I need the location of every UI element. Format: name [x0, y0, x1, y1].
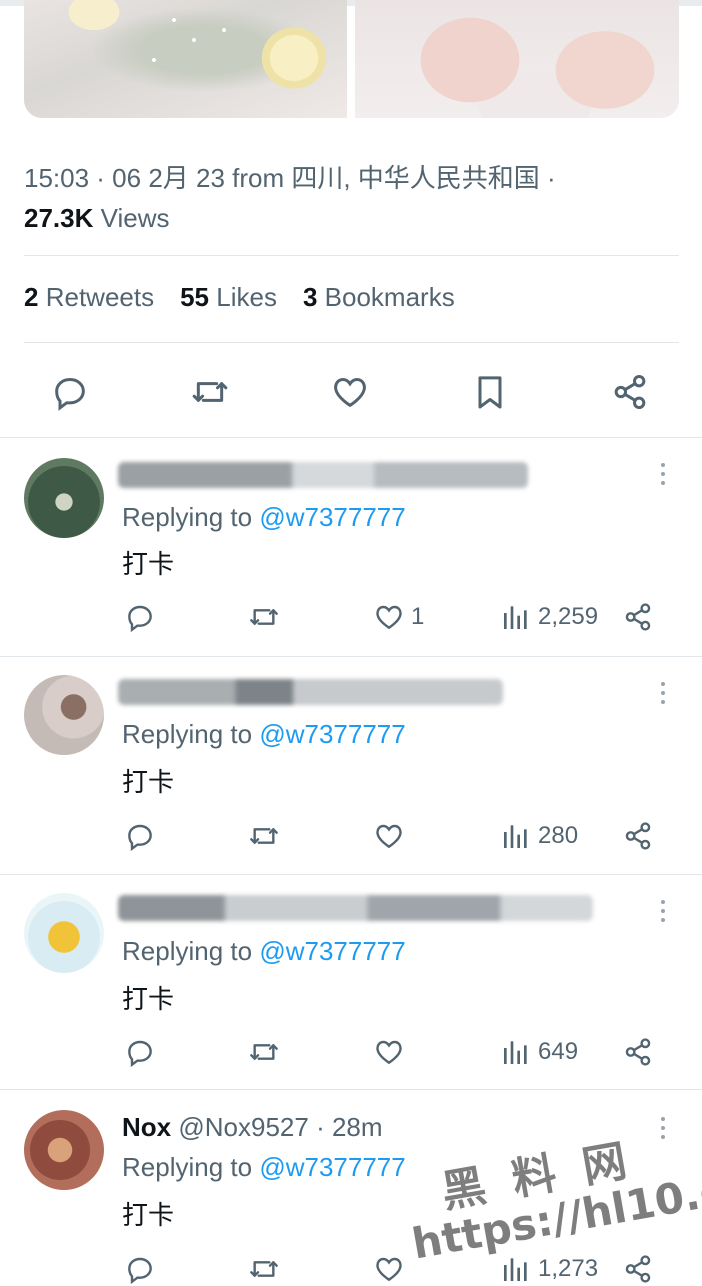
tweet-action-bar	[0, 355, 702, 425]
replying-to: Replying to @w7377777	[122, 936, 406, 967]
views-count: 649	[538, 1038, 579, 1065]
avatar[interactable]	[24, 1110, 104, 1190]
like-button[interactable]	[373, 819, 411, 853]
reply-action-bar: 1,273	[0, 1252, 702, 1286]
share-icon[interactable]	[610, 372, 650, 412]
blurred-username[interactable]	[118, 462, 528, 488]
reply-text: 打卡	[122, 1201, 175, 1231]
like-icon	[376, 824, 402, 849]
reply-author[interactable]: Nox @Nox9527 · 28m	[122, 1112, 383, 1143]
media-image-flowers[interactable]	[24, 0, 347, 118]
share-icon[interactable]	[622, 1252, 654, 1286]
views-button[interactable]: 649	[500, 1035, 578, 1069]
reply-action-bar: 280	[0, 819, 702, 853]
reply-icon[interactable]	[124, 1252, 156, 1286]
views-button[interactable]: 1,273	[500, 1252, 598, 1286]
reply-text: 打卡	[122, 550, 175, 580]
like-button[interactable]	[373, 1035, 411, 1069]
likes-label: Likes	[216, 282, 277, 312]
like-button[interactable]	[373, 1252, 411, 1286]
share-icon[interactable]	[622, 1035, 654, 1069]
display-name[interactable]: Nox	[122, 1112, 171, 1142]
more-options-icon[interactable]	[656, 897, 670, 927]
retweet-icon[interactable]	[248, 1035, 280, 1069]
like-icon[interactable]	[330, 372, 370, 412]
reply-action-bar: 649	[0, 1035, 702, 1069]
more-options-icon[interactable]	[656, 679, 670, 709]
user-handle[interactable]: @Nox9527	[178, 1112, 308, 1142]
blurred-username[interactable]	[118, 895, 593, 921]
reply-text: 打卡	[122, 985, 175, 1015]
more-options-icon[interactable]	[656, 460, 670, 490]
bookmarks-stat[interactable]: 3 Bookmarks	[303, 282, 455, 313]
more-options-icon[interactable]	[656, 1114, 670, 1144]
replying-to: Replying to @w7377777	[122, 719, 406, 750]
retweet-icon[interactable]	[190, 372, 230, 412]
replying-label: Replying to	[122, 1152, 253, 1182]
bookmarks-label: Bookmarks	[324, 282, 455, 312]
reply-tweet[interactable]: Replying to @w7377777 打卡 280	[0, 657, 702, 874]
reply-icon[interactable]	[50, 372, 90, 412]
replying-to: Replying to @w7377777	[122, 502, 406, 533]
tweet-stats: 2 Retweets 55 Likes 3 Bookmarks	[24, 282, 455, 313]
like-button[interactable]: 1	[373, 600, 424, 634]
divider	[24, 342, 679, 343]
views-count: 27.3K	[24, 203, 94, 233]
avatar[interactable]	[24, 675, 104, 755]
share-icon[interactable]	[622, 600, 654, 634]
bookmarks-count: 3	[302, 282, 318, 312]
avatar[interactable]	[24, 893, 104, 973]
views-count: 1,273	[538, 1255, 599, 1282]
reply-tweet[interactable]: Replying to @w7377777 打卡 649	[0, 875, 702, 1089]
likes-count: 55	[180, 282, 210, 312]
reply-icon[interactable]	[124, 1035, 156, 1069]
views-button[interactable]: 2,259	[500, 600, 598, 634]
retweet-icon[interactable]	[248, 819, 280, 853]
like-count: 1	[411, 603, 425, 630]
replying-handle[interactable]: @w7377777	[259, 502, 405, 532]
views-label: Views	[100, 203, 170, 233]
reply-time: · 28m	[316, 1112, 383, 1142]
like-icon	[376, 1257, 402, 1282]
like-icon	[376, 1040, 402, 1065]
reply-tweet[interactable]: Replying to @w7377777 打卡 1 2,259	[0, 438, 702, 656]
reply-action-bar: 1 2,259	[0, 600, 702, 634]
retweets-count: 2	[24, 282, 39, 312]
views-chart-icon	[504, 825, 527, 848]
views-chart-icon	[504, 1041, 527, 1064]
retweets-stat[interactable]: 2 Retweets	[24, 282, 154, 313]
bookmark-icon[interactable]	[470, 372, 510, 412]
replying-handle[interactable]: @w7377777	[259, 719, 405, 749]
reply-icon[interactable]	[124, 600, 156, 634]
tweet-media[interactable]	[24, 0, 679, 118]
tweet-metadata: 15:03 · 06 2月 23 from 四川, 中华人民共和国 · 27.3…	[24, 158, 556, 238]
reply-icon[interactable]	[124, 819, 156, 853]
avatar[interactable]	[24, 458, 104, 538]
replying-handle[interactable]: @w7377777	[259, 1152, 405, 1182]
replying-handle[interactable]: @w7377777	[259, 936, 405, 966]
media-image-second[interactable]	[355, 0, 679, 118]
likes-stat[interactable]: 55 Likes	[180, 282, 277, 313]
share-icon[interactable]	[622, 819, 654, 853]
retweet-icon[interactable]	[248, 1252, 280, 1286]
retweet-icon[interactable]	[248, 600, 280, 634]
like-icon	[376, 605, 402, 630]
views-button[interactable]: 280	[500, 819, 578, 853]
replying-to: Replying to @w7377777	[122, 1152, 406, 1183]
blurred-username[interactable]	[118, 679, 503, 705]
replying-label: Replying to	[122, 502, 253, 532]
views-count: 280	[538, 822, 579, 849]
reply-text: 打卡	[122, 768, 175, 798]
views-chart-icon	[504, 1258, 527, 1281]
tweet-timestamp[interactable]: 15:03 · 06 2月 23 from 四川, 中华人民共和国 ·	[24, 158, 556, 198]
retweets-label: Retweets	[45, 282, 155, 312]
divider	[24, 255, 679, 256]
views-chart-icon	[504, 606, 527, 629]
replying-label: Replying to	[122, 936, 253, 966]
views-count: 2,259	[538, 603, 599, 630]
replying-label: Replying to	[122, 719, 253, 749]
